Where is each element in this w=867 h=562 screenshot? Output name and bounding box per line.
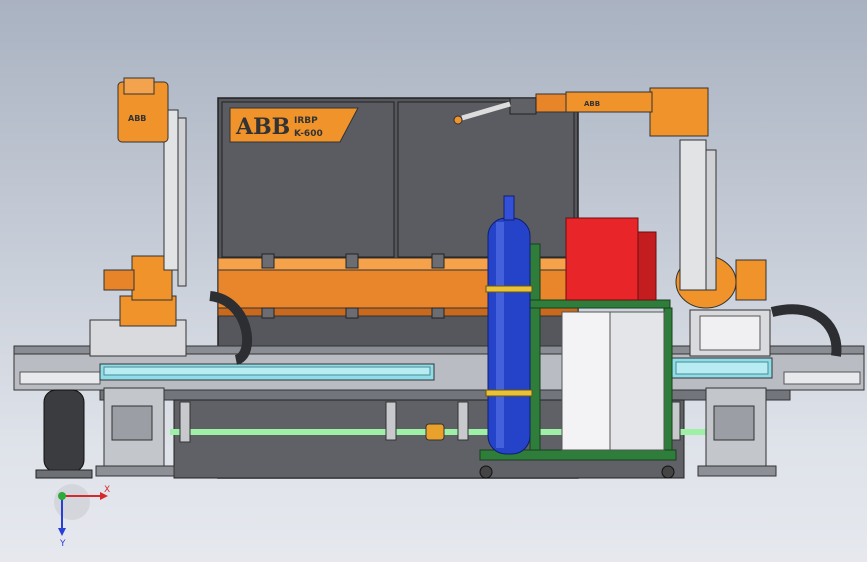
coordinate-triad: X Y xyxy=(54,484,110,549)
right-workstation-rail xyxy=(671,357,773,379)
nameplate-line2: K-600 xyxy=(294,129,323,139)
gas-cylinder xyxy=(485,195,533,455)
x-axis-label: X xyxy=(104,485,110,495)
left-robot-badge: ABB xyxy=(128,114,146,123)
track-wheel xyxy=(35,389,93,479)
right-support-leg xyxy=(697,387,777,477)
right-robot-badge: ABB xyxy=(584,100,600,108)
nameplate-brand: ABB xyxy=(235,114,290,140)
nameplate-line1: IRBP xyxy=(294,116,318,126)
origin-marker xyxy=(58,492,66,500)
cad-viewport[interactable]: ABB IRBP K-600 ABB ABB X Y xyxy=(0,0,867,562)
y-axis-label: Y xyxy=(59,539,66,549)
left-workstation-rail xyxy=(99,363,435,381)
left-support-leg xyxy=(95,387,175,477)
abb-nameplate: ABB IRBP K-600 xyxy=(229,107,359,143)
welding-cell-drawing: ABB IRBP K-600 ABB ABB X Y xyxy=(13,77,865,549)
shaft-coupling xyxy=(425,423,445,441)
